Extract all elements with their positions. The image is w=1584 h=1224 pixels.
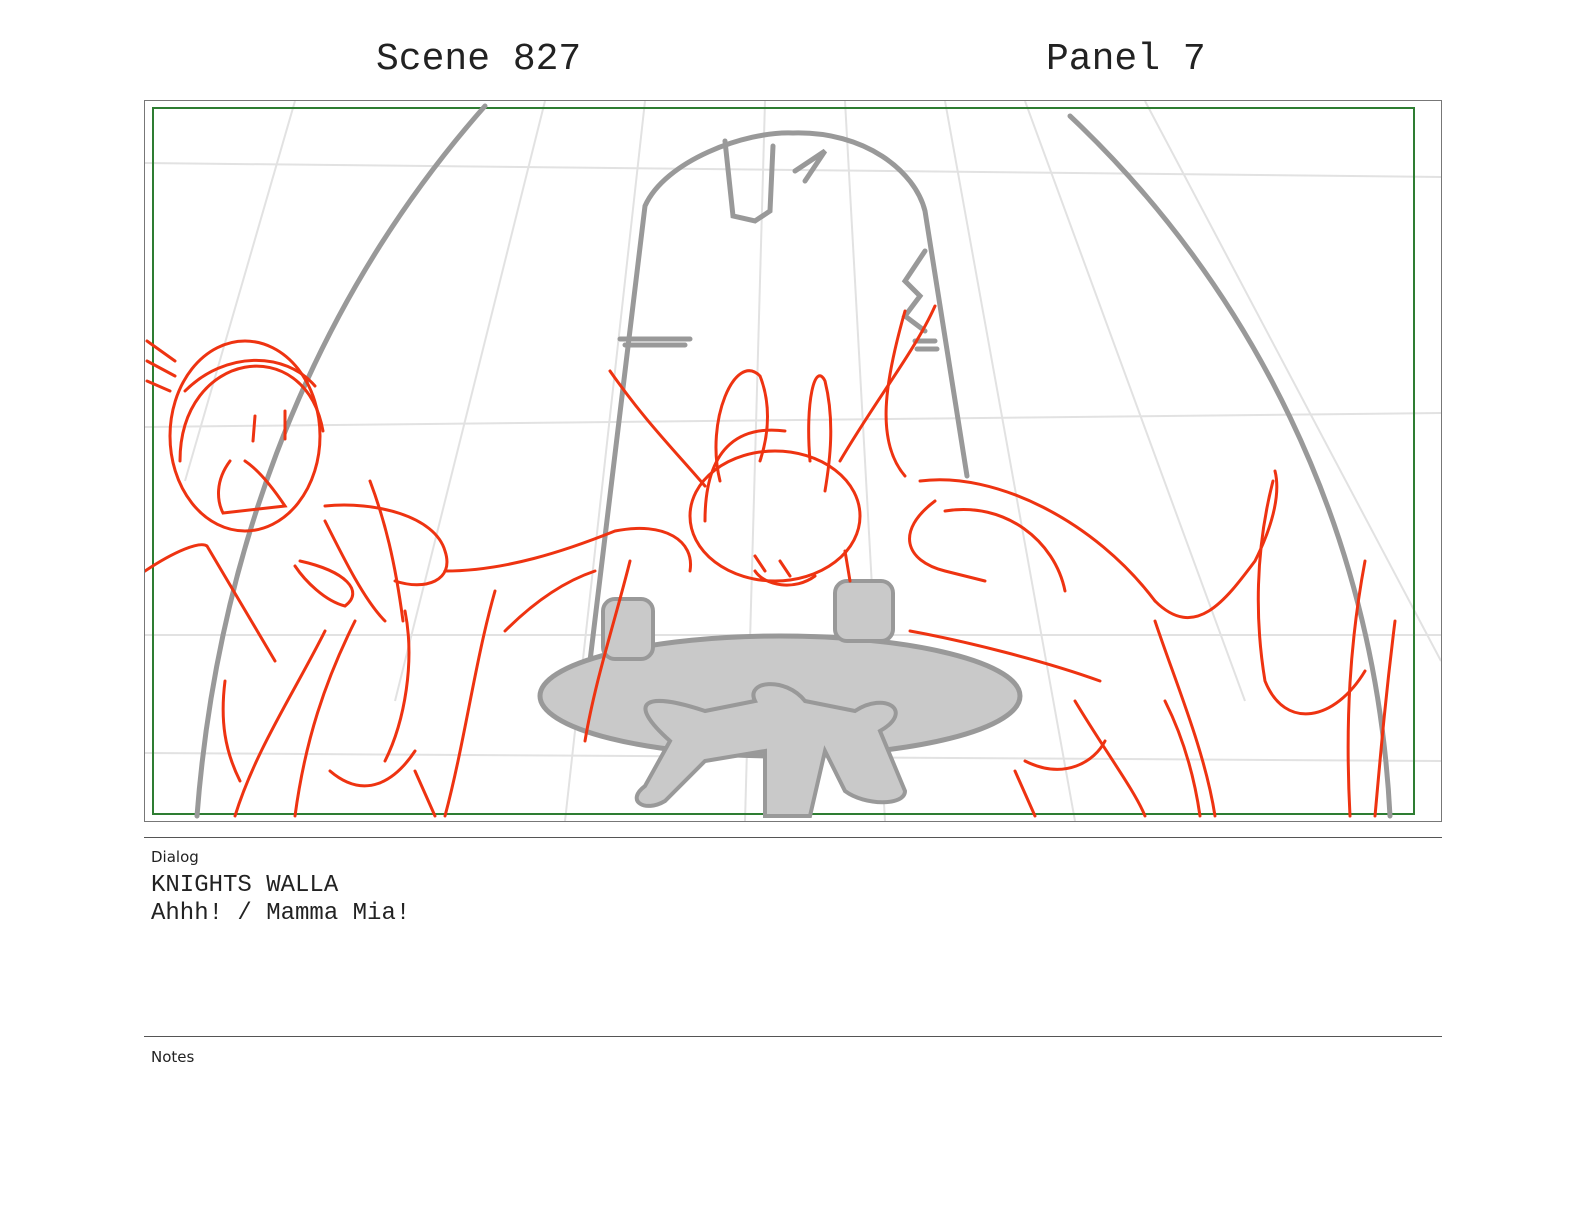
panel-number: Panel 7 [1046, 38, 1206, 81]
panel-sketch [145, 101, 1441, 821]
notes-divider [144, 1036, 1442, 1037]
dialog-line: Ahhh! / Mamma Mia! [151, 900, 411, 927]
notes-heading: Notes [151, 1048, 195, 1066]
dialog-heading: Dialog [151, 848, 199, 866]
dialog-speaker: KNIGHTS WALLA [151, 872, 339, 899]
dialog-divider [144, 837, 1442, 838]
scene-number: Scene 827 [376, 38, 582, 81]
steering-console [537, 579, 1023, 818]
storyboard-panel [144, 100, 1442, 822]
